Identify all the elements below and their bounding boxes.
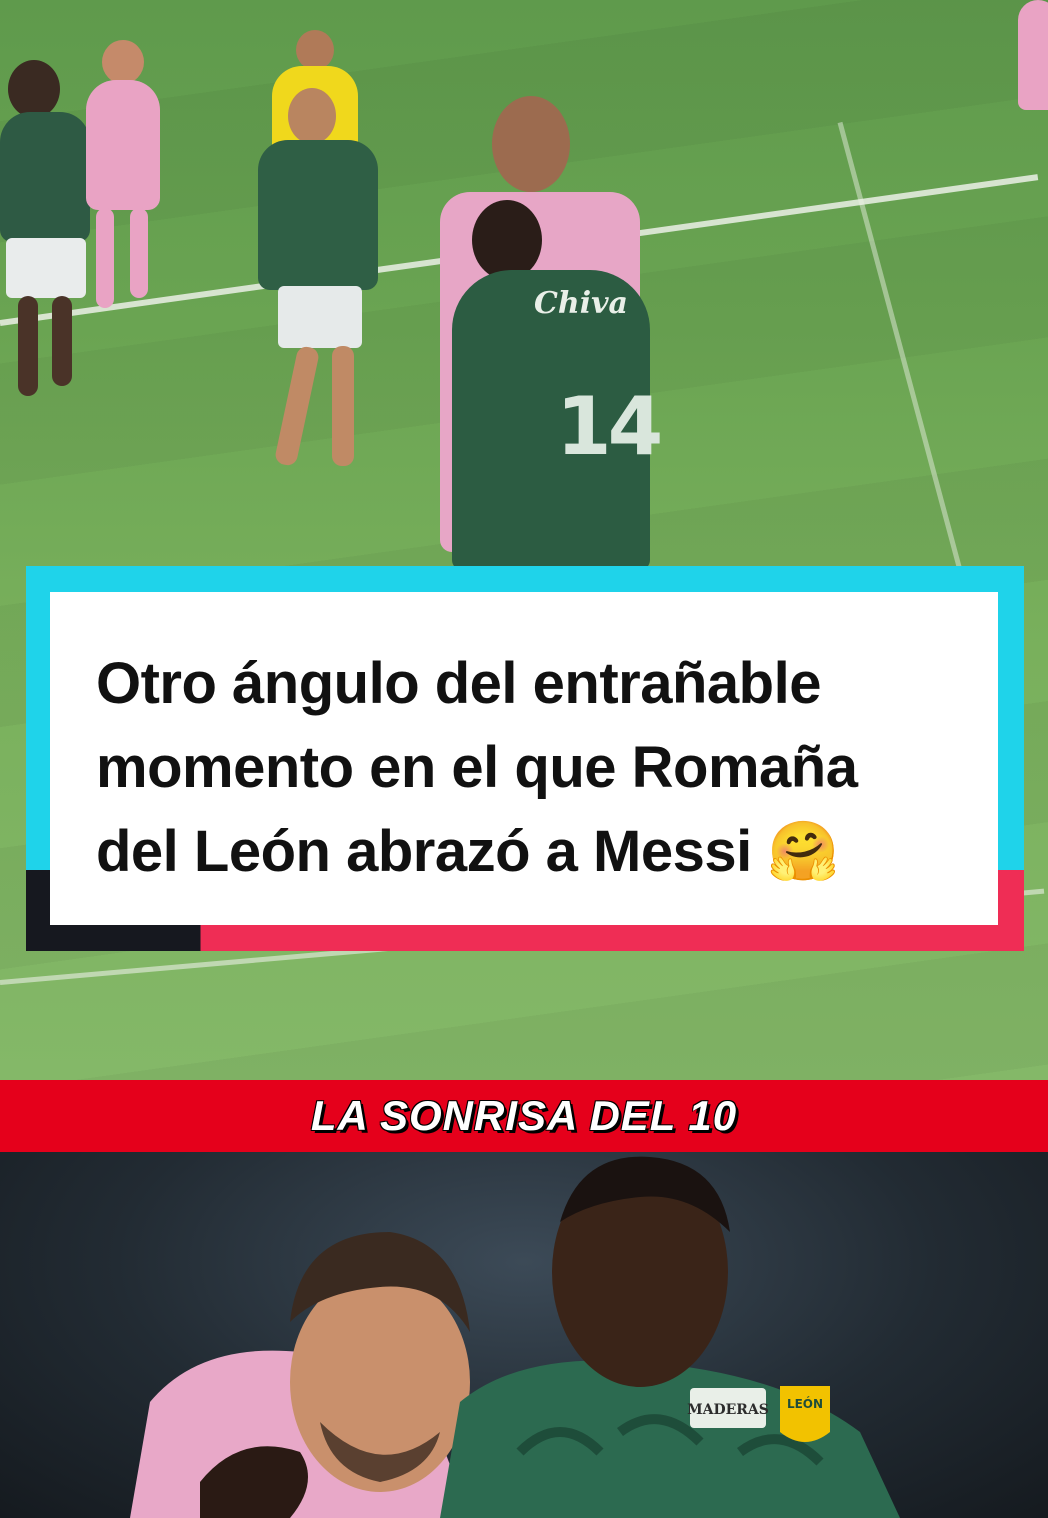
crest-label: LEÓN bbox=[787, 1396, 823, 1411]
closeup-illustration: MADERAS LEÓN bbox=[130, 1156, 900, 1518]
jersey-sponsor: Chiva bbox=[534, 286, 628, 321]
player-inter-right bbox=[1018, 0, 1048, 120]
page: Chiva 14 Otro ángulo del entrañable mome… bbox=[0, 0, 1048, 1518]
romana-closeup: MADERAS LEÓN bbox=[440, 1156, 900, 1518]
jersey-number: 14 bbox=[556, 380, 663, 473]
caption-line-1: Otro ángulo del entrañable bbox=[96, 651, 821, 716]
caption-line-3: del León abrazó a Messi 🤗 bbox=[96, 819, 840, 884]
jersey-sponsor-bottom: MADERAS bbox=[687, 1402, 769, 1418]
headline-banner: LA SONRISA DEL 10 bbox=[0, 1080, 1048, 1152]
caption-line-2: momento en el que Romaña bbox=[96, 735, 858, 800]
banner-title: LA SONRISA DEL 10 bbox=[310, 1092, 738, 1139]
player-inter-left bbox=[80, 40, 170, 320]
leon-crest-icon bbox=[780, 1386, 830, 1442]
closeup-photo: MADERAS LEÓN bbox=[0, 1152, 1048, 1518]
player-leon-center bbox=[248, 88, 388, 488]
caption-card: Otro ángulo del entrañable momento en el… bbox=[50, 592, 998, 925]
romana-hug: Chiva 14 bbox=[452, 200, 663, 570]
